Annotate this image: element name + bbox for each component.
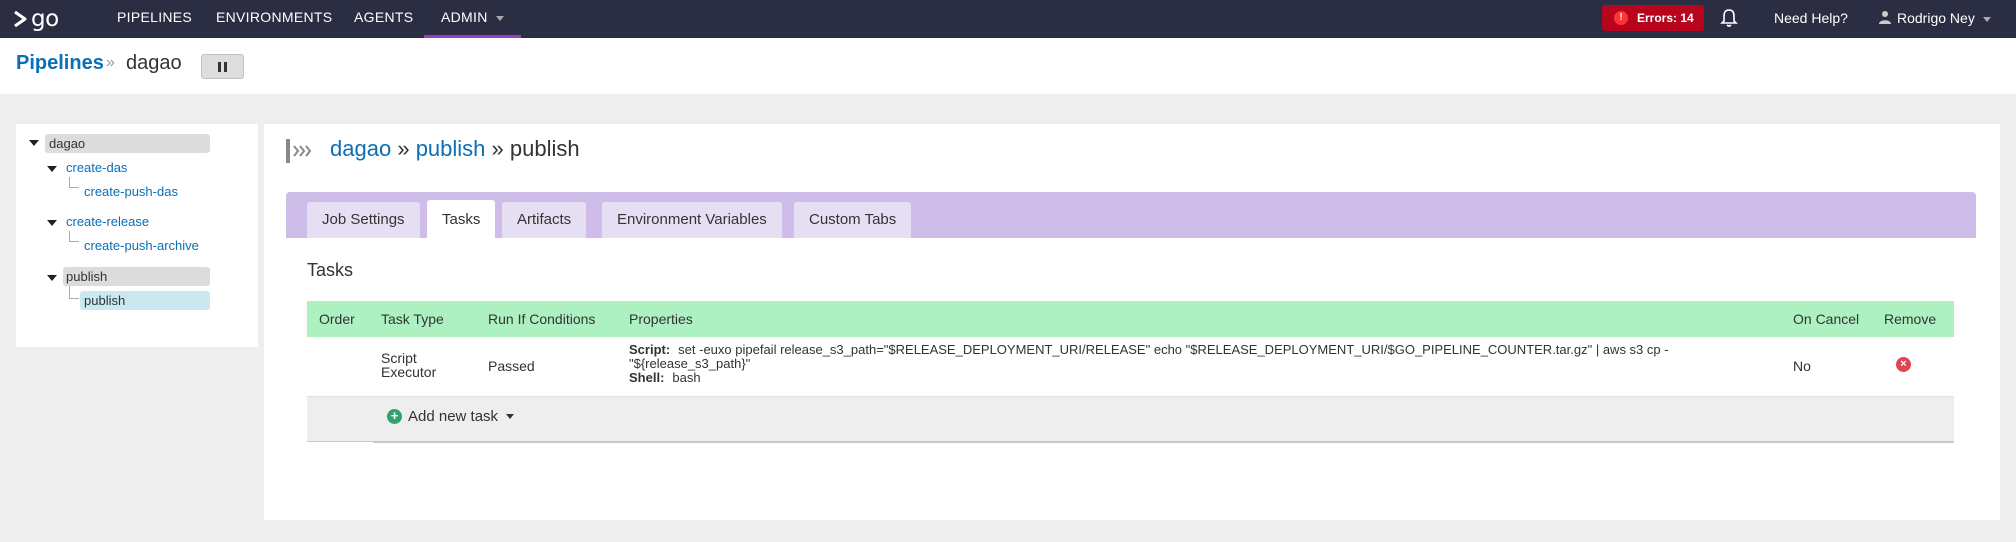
add-task-label: Add new task [408, 408, 499, 425]
nav-agents[interactable]: AGENTS [354, 0, 413, 38]
col-remove: Remove [1884, 311, 1937, 327]
tree-pipeline-dagao[interactable]: dagao [45, 134, 210, 153]
title-pipeline-link[interactable]: dagao [330, 136, 391, 161]
chevron-down-icon [506, 414, 515, 419]
script-label: Script: [629, 342, 671, 357]
col-properties: Properties [629, 311, 693, 327]
tree-job-publish[interactable]: publish [80, 291, 210, 310]
pause-icon [218, 61, 221, 72]
task-type-link[interactable]: Script Executor [381, 351, 451, 379]
title-stage-link[interactable]: publish [416, 136, 486, 161]
script-value: set -euxo pipefail release_s3_path="$REL… [629, 342, 1669, 371]
run-if-value: Passed [488, 358, 535, 374]
col-on-cancel: On Cancel [1793, 311, 1860, 327]
nav-pipelines[interactable]: PIPELINES [117, 0, 192, 38]
tree-stage-create-release[interactable]: create-release [66, 212, 149, 231]
section-heading: Tasks [307, 260, 354, 280]
title-job-name: publish [509, 136, 580, 161]
shell-value: bash [672, 370, 701, 385]
chevron-down-icon [495, 15, 504, 21]
plus-icon: + [387, 409, 402, 424]
breadcrumb-pipelines[interactable]: Pipelines [16, 52, 104, 75]
tree-job-create-push-archive[interactable]: create-push-archive [84, 236, 199, 255]
remove-icon[interactable]: × [1896, 357, 1911, 372]
collapse-icon[interactable] [47, 275, 57, 281]
error-icon: ! [1614, 11, 1628, 25]
title-separator: » [491, 136, 504, 161]
job-editor-panel: dagao » publish » publish Job Settings T… [264, 124, 2000, 520]
collapse-icon[interactable] [47, 166, 57, 172]
top-navbar: go PIPELINES ENVIRONMENTS AGENTS ADMIN !… [0, 0, 2016, 38]
tab-environment-variables[interactable]: Environment Variables [602, 202, 782, 238]
collapse-icon[interactable] [47, 220, 57, 226]
go-logo-icon [14, 10, 27, 28]
job-tabs: Job Settings Tasks Artifacts Environment… [286, 192, 1976, 238]
user-icon [1879, 1, 1891, 37]
nav-environments[interactable]: ENVIRONMENTS [216, 0, 332, 38]
breadcrumb-separator: » [106, 54, 115, 71]
user-menu[interactable]: Rodrigo Ney [1879, 0, 1991, 38]
go-logo[interactable]: go [13, 5, 59, 33]
tab-artifacts[interactable]: Artifacts [502, 202, 587, 238]
table-row: Script Executor Passed Script: set -euxo … [307, 337, 1954, 397]
tab-job-settings[interactable]: Job Settings [307, 202, 420, 238]
need-help-link[interactable]: Need Help? [1774, 0, 1848, 38]
table-header: Order Task Type Run If Conditions Proper… [307, 301, 1954, 337]
tab-tasks[interactable]: Tasks [427, 200, 496, 238]
on-cancel-value: No [1793, 358, 1811, 374]
nav-admin-label: ADMIN [441, 9, 488, 25]
nav-admin[interactable]: ADMIN [424, 0, 521, 38]
add-new-task-button[interactable]: + Add new task [387, 408, 515, 425]
user-name: Rodrigo Ney [1897, 10, 1975, 26]
tree-stage-publish[interactable]: publish [63, 267, 210, 286]
bell-icon[interactable] [1720, 8, 1738, 33]
logo-text: go [31, 6, 59, 32]
job-title: dagao » publish » publish [330, 136, 580, 162]
breadcrumb-pipeline-name: dagao [126, 52, 182, 74]
pipeline-tree: dagao create-das create-push-das create-… [16, 124, 258, 347]
col-run-if: Run If Conditions [488, 311, 596, 327]
errors-label: Errors: 14 [1637, 11, 1694, 25]
tree-stage-create-das[interactable]: create-das [66, 158, 127, 177]
title-separator: » [397, 136, 410, 161]
tab-custom-tabs[interactable]: Custom Tabs [794, 202, 912, 238]
errors-button[interactable]: ! Errors: 14 [1602, 5, 1704, 31]
chevron-down-icon [1982, 16, 1991, 22]
col-task-type: Task Type [381, 311, 444, 327]
collapse-icon[interactable] [29, 140, 39, 146]
tree-job-create-push-das[interactable]: create-push-das [84, 182, 178, 201]
task-properties: Script: set -euxo pipefail release_s3_pat… [629, 343, 1769, 385]
shell-label: Shell: [629, 370, 665, 385]
page-header: Pipelines » dagao [0, 38, 2016, 94]
col-order: Order [319, 311, 355, 327]
add-task-row: + Add new task [307, 397, 1954, 443]
pause-pipeline-button[interactable] [201, 54, 244, 79]
job-icon [286, 137, 316, 170]
